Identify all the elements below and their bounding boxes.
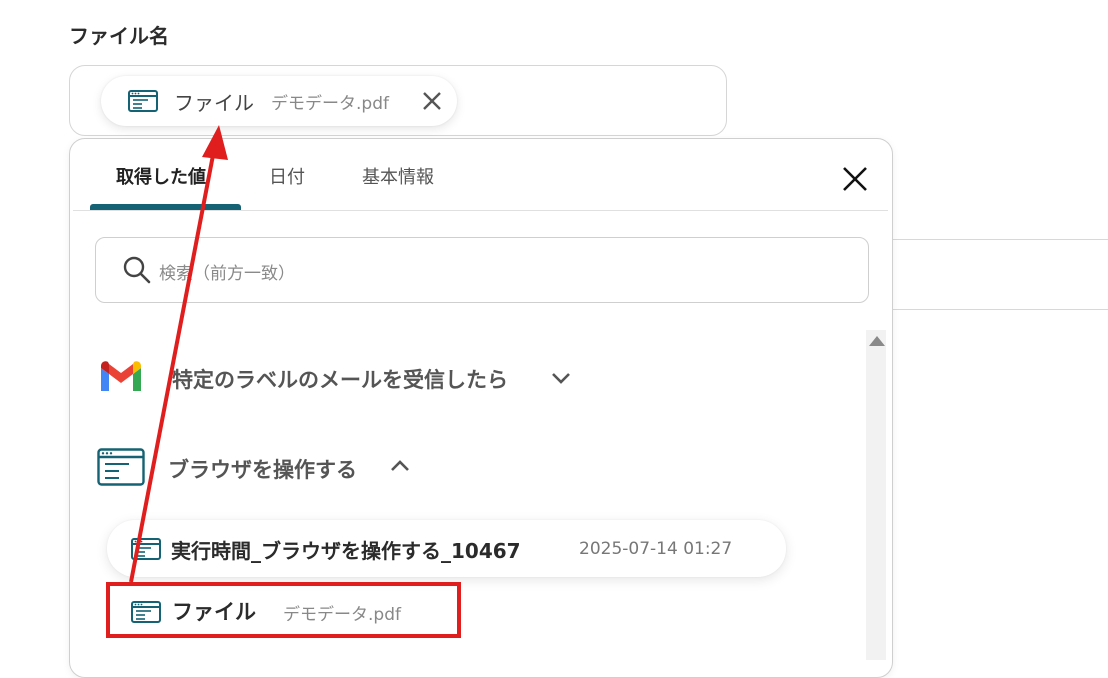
field-label: ファイル名 [69, 24, 169, 48]
chip-label: ファイル [174, 91, 254, 115]
row-date: 2025-07-14 01:27 [579, 539, 733, 559]
group-title-browser[interactable]: ブラウザを操作する [168, 454, 357, 484]
row-title: ファイル [172, 600, 256, 624]
tab-divider [73, 210, 888, 211]
browser-icon [128, 90, 158, 116]
browser-icon [131, 538, 161, 564]
browser-icon [97, 448, 145, 490]
chip-value: デモデータ.pdf [271, 94, 389, 114]
search-placeholder: 検索（前方一致） [159, 264, 295, 284]
row-value: デモデータ.pdf [283, 605, 401, 625]
selected-value-chip[interactable]: ファイル デモデータ.pdf [101, 76, 457, 126]
remove-chip-icon[interactable] [419, 88, 445, 114]
background-divider [893, 239, 1108, 240]
row-title: 実行時間_ブラウザを操作する_10467 [171, 539, 521, 563]
tab-date[interactable]: 日付 [269, 163, 305, 189]
tab-basic-info[interactable]: 基本情報 [362, 163, 434, 189]
group-title-gmail-trigger[interactable]: 特定のラベルのメールを受信したら [172, 364, 508, 394]
value-row-file[interactable]: ファイル デモデータ.pdf [107, 583, 461, 638]
close-icon[interactable] [840, 164, 870, 194]
browser-icon [131, 601, 161, 627]
scrollbar[interactable] [866, 330, 886, 660]
chevron-up-icon[interactable] [389, 458, 411, 478]
background-divider [893, 309, 1108, 310]
gmail-icon [99, 360, 143, 398]
chevron-down-icon[interactable] [550, 370, 572, 390]
value-row[interactable]: 実行時間_ブラウザを操作する_10467 2025-07-14 01:27 [107, 520, 786, 577]
scroll-up-arrow-icon[interactable] [869, 336, 885, 346]
tab-acquired-values[interactable]: 取得した値 [116, 163, 206, 189]
search-icon [122, 255, 152, 289]
